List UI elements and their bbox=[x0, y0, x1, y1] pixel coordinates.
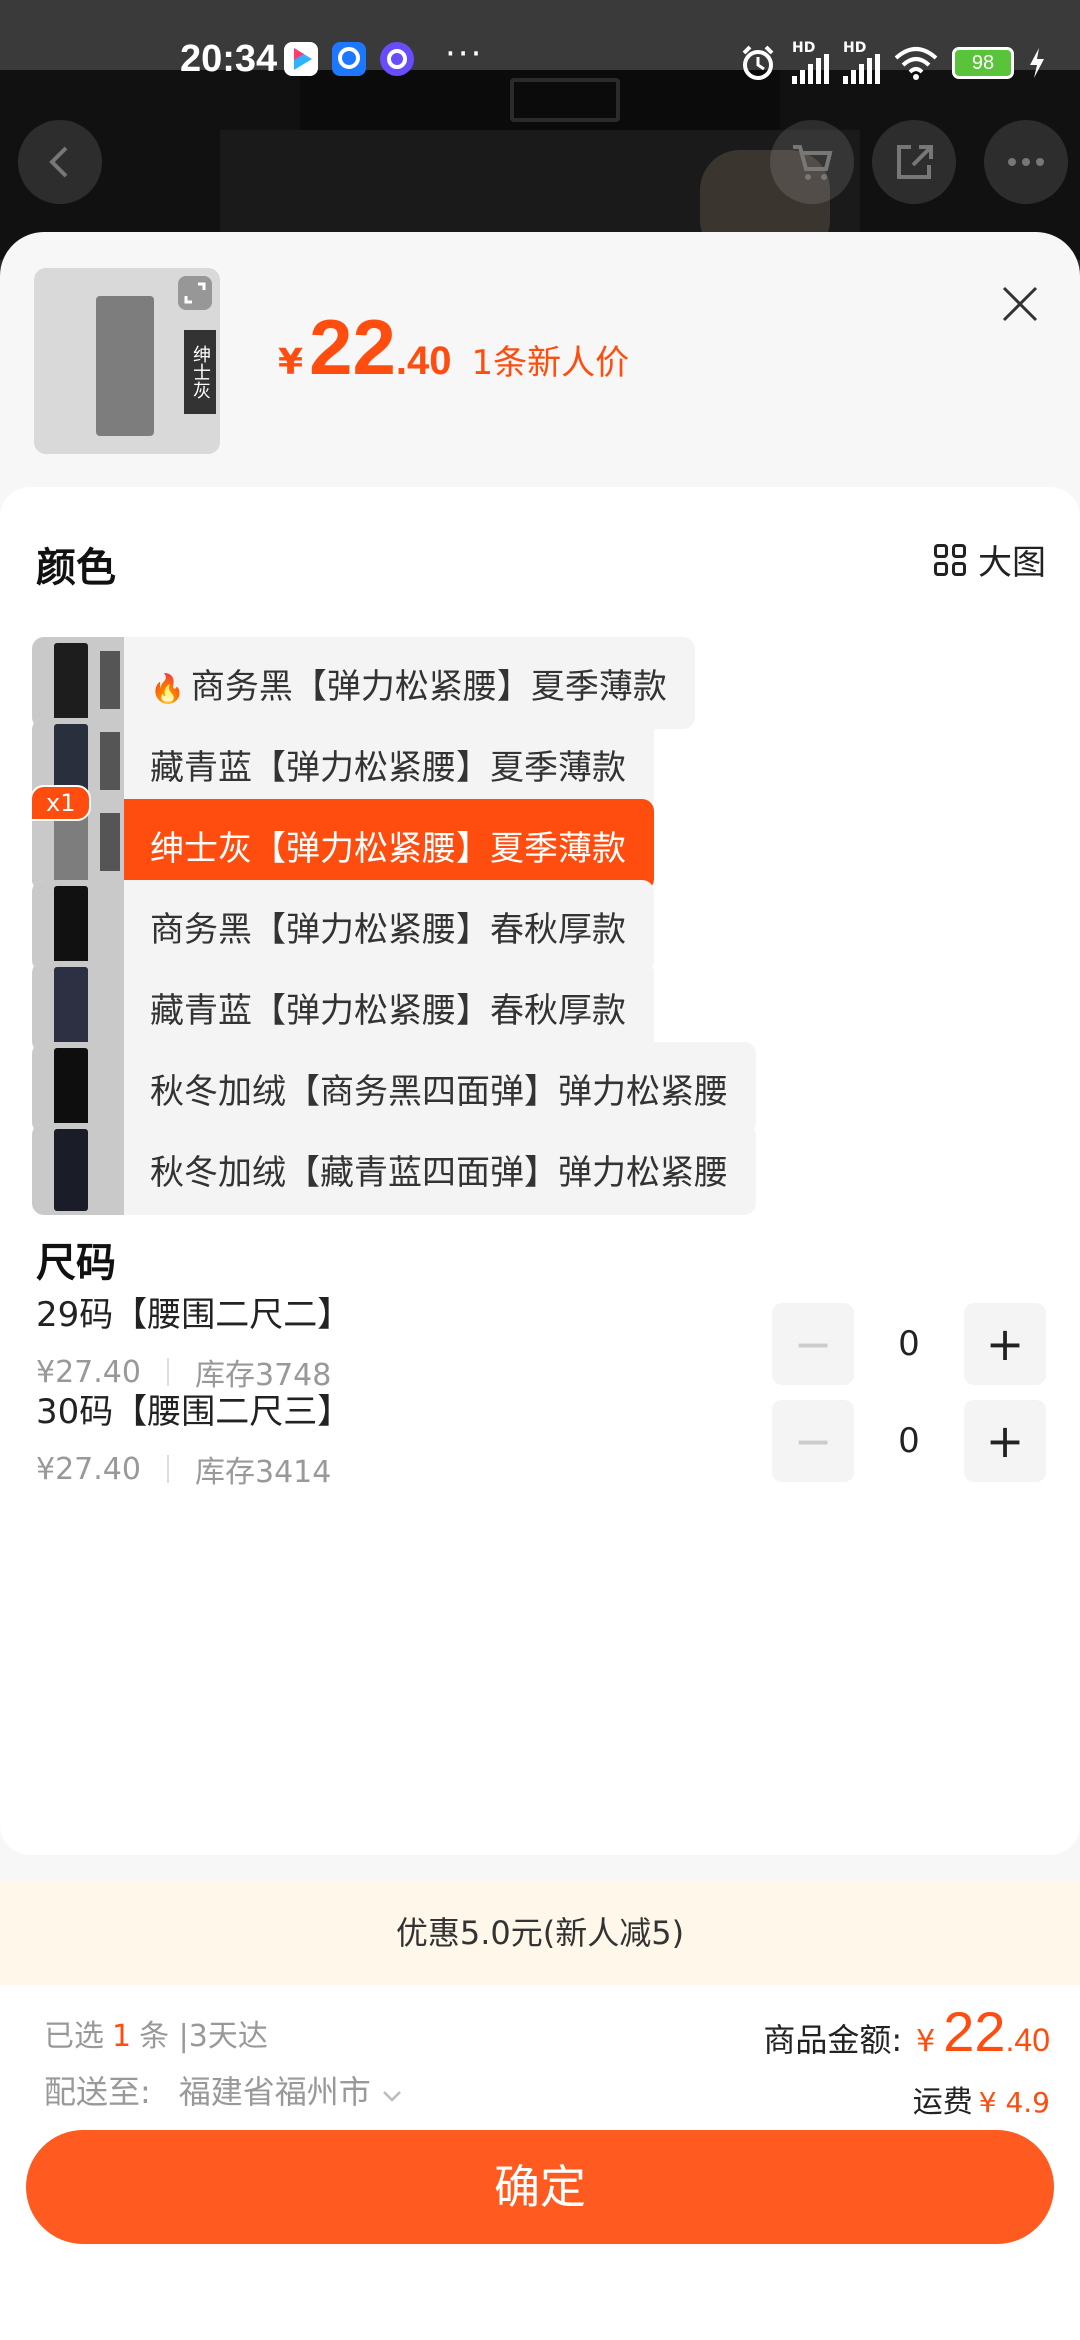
increment-button[interactable]: + bbox=[964, 1303, 1046, 1385]
hot-icon: 🔥 bbox=[150, 671, 185, 705]
total-amount: 商品金额: ¥ 22 .40 bbox=[763, 2000, 1050, 2063]
expand-icon[interactable] bbox=[178, 276, 212, 310]
quantity-value[interactable]: 0 bbox=[854, 1324, 964, 1364]
promo-banner: 优惠5.0元(新人减5) bbox=[0, 1881, 1080, 1985]
close-icon bbox=[1002, 286, 1038, 322]
price-integer: 22 bbox=[309, 303, 396, 391]
price-decimal: .40 bbox=[395, 339, 452, 383]
youku-app-icon bbox=[284, 42, 318, 76]
color-option-image bbox=[32, 880, 124, 972]
selected-summary: 已选 1 条 |3天达 bbox=[44, 2019, 268, 2054]
color-option-image bbox=[32, 637, 124, 729]
freight-fee: 运费 ¥ 4.9 bbox=[912, 2085, 1050, 2120]
size-row: 30码【腰围二尺三】 ¥27.40 库存3414 − 0 + bbox=[36, 1384, 1046, 1494]
more-button[interactable] bbox=[984, 120, 1068, 204]
grid-icon bbox=[934, 543, 966, 576]
status-more-icon: ··· bbox=[445, 34, 484, 74]
color-section-title: 颜色 bbox=[36, 545, 116, 591]
size-section-title: 尺码 bbox=[36, 1240, 116, 1286]
size-price: ¥27.40 bbox=[36, 1451, 141, 1487]
chevron-down-icon bbox=[383, 2091, 401, 2102]
alarm-icon bbox=[742, 45, 774, 80]
quantity-value[interactable]: 0 bbox=[854, 1421, 964, 1461]
battery-icon: 98 bbox=[952, 47, 1014, 79]
quantity-stepper: − 0 + bbox=[772, 1400, 1046, 1482]
options-panel: 颜色 大图 🔥 商务黑【弹力松紧腰】夏季薄款 藏青蓝【弹力松紧腰】夏季薄款 x1 … bbox=[0, 487, 1080, 1855]
order-footer: 已选 1 条 |3天达 配送至: 福建省福州市 商品金额: ¥ 22 .40 运费 ¥ … bbox=[0, 1985, 1080, 2340]
chevron-left-icon bbox=[49, 146, 68, 178]
color-option[interactable]: 商务黑【弹力松紧腰】春秋厚款 bbox=[32, 880, 654, 972]
price-display: ¥ 22 .40 1条新人价 bbox=[278, 303, 630, 391]
decrement-button[interactable]: − bbox=[772, 1303, 854, 1385]
assistant-app-icon bbox=[380, 42, 414, 76]
color-option[interactable]: 藏青蓝【弹力松紧腰】夏季薄款 bbox=[32, 718, 654, 810]
color-option[interactable]: 秋冬加绒【商务黑四面弹】弹力松紧腰 bbox=[32, 1042, 756, 1134]
size-stock: 库存3414 bbox=[194, 1455, 332, 1490]
sheet-header: 绅士灰 ¥ 22 .40 1条新人价 bbox=[0, 232, 1080, 487]
signal-1-icon: HD bbox=[792, 41, 829, 84]
size-row: 29码【腰围二尺二】 ¥27.40 库存3748 − 0 + bbox=[36, 1287, 1046, 1397]
price-note: 1条新人价 bbox=[471, 343, 630, 383]
cart-button[interactable] bbox=[770, 120, 854, 204]
status-time: 20:34 bbox=[180, 38, 278, 80]
color-option-selected[interactable]: x1 绅士灰【弹力松紧腰】夏季薄款 bbox=[30, 785, 654, 891]
increment-button[interactable]: + bbox=[964, 1400, 1046, 1482]
color-option[interactable]: 秋冬加绒【藏青蓝四面弹】弹力松紧腰 bbox=[32, 1123, 756, 1215]
wifi-icon bbox=[894, 47, 938, 80]
close-button[interactable] bbox=[994, 278, 1046, 330]
bank-app-icon bbox=[332, 42, 366, 76]
share-icon bbox=[897, 145, 933, 179]
big-image-toggle[interactable]: 大图 bbox=[934, 535, 1046, 584]
shipping-address[interactable]: 配送至: 福建省福州市 bbox=[44, 2067, 403, 2113]
signal-2-icon: HD bbox=[843, 41, 880, 84]
selected-product-thumbnail[interactable]: 绅士灰 bbox=[34, 268, 220, 454]
quantity-badge: x1 bbox=[30, 785, 92, 821]
thumbnail-tag: 绅士灰 bbox=[184, 330, 216, 414]
decrement-button[interactable]: − bbox=[772, 1400, 854, 1482]
color-option-image bbox=[32, 1042, 124, 1134]
confirm-button[interactable]: 确定 bbox=[26, 2130, 1054, 2244]
back-button[interactable] bbox=[18, 120, 102, 204]
share-button[interactable] bbox=[872, 120, 956, 204]
sku-selection-sheet: 绅士灰 ¥ 22 .40 1条新人价 颜色 大图 🔥 商务黑【弹力松紧腰】夏季薄款 bbox=[0, 232, 1080, 2340]
status-bar: 20:34 ··· HD HD 98 bbox=[0, 0, 1080, 125]
more-dots-icon bbox=[1008, 158, 1044, 166]
status-right-icons: HD HD 98 bbox=[738, 41, 1046, 84]
color-option[interactable]: 🔥 商务黑【弹力松紧腰】夏季薄款 bbox=[32, 637, 695, 729]
charging-icon bbox=[1030, 48, 1044, 78]
color-option[interactable]: 藏青蓝【弹力松紧腰】春秋厚款 bbox=[32, 961, 654, 1053]
quantity-stepper: − 0 + bbox=[772, 1303, 1046, 1385]
color-option-image bbox=[32, 961, 124, 1053]
cart-icon bbox=[793, 145, 833, 180]
color-option-image bbox=[32, 1123, 124, 1215]
selected-count: 1 bbox=[112, 2019, 132, 2054]
